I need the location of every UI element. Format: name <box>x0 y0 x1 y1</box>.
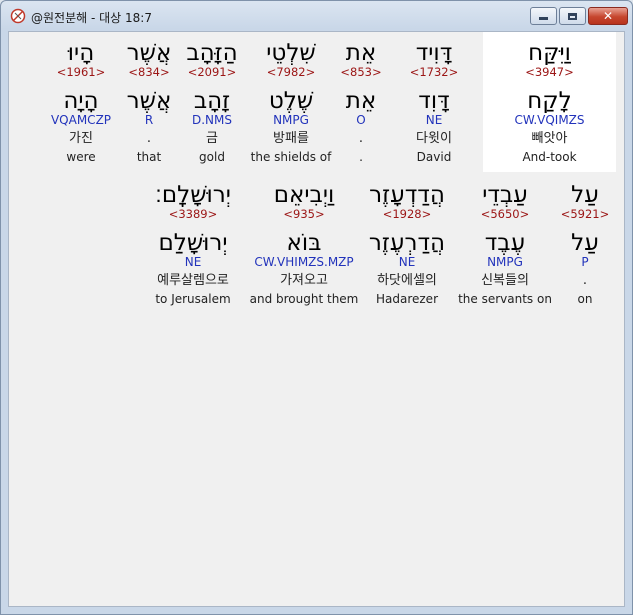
word-column[interactable]: יְרוּשָׁלָֽם׃ <3389> יְרוּשָׁלַ͏ִם NE 예루… <box>143 174 243 314</box>
hebrew-surface-word: אֵת <box>345 40 377 66</box>
hebrew-lemma: הָיָה <box>63 88 99 114</box>
hebrew-lemma: הֲדַרְעֶזֶר <box>368 230 446 256</box>
word-column[interactable]: הָיוּ <1961> הָיָה VQAMCZP 가진 were <box>45 32 117 172</box>
close-icon: ✕ <box>602 9 614 23</box>
korean-gloss: 가진 <box>69 131 93 146</box>
interlinear-panel: וַיִּקַּח <3947> לָקַח CW.VQIMZS 빼앗아 And… <box>8 31 625 607</box>
strong-number[interactable]: <935> <box>247 207 361 221</box>
morphology-code: NE <box>425 113 443 127</box>
hebrew-lemma: לָקַח <box>527 88 572 114</box>
word-column[interactable]: וַיִּקַּח <3947> לָקַח CW.VQIMZS 빼앗아 And… <box>483 32 616 172</box>
morphology-code: P <box>581 255 589 269</box>
korean-gloss: . <box>146 131 152 146</box>
hebrew-surface-word: וַיְבִיאֵם <box>273 182 335 208</box>
hebrew-lemma: זָהָב <box>193 88 231 114</box>
verse-line-1: וַיִּקַּח <3947> לָקַח CW.VQIMZS 빼앗아 And… <box>9 32 624 172</box>
english-gloss: the servants on <box>458 292 552 306</box>
korean-gloss: 빼앗아 <box>531 131 568 146</box>
morphology-code: NE <box>184 255 202 269</box>
english-gloss: the shields of <box>250 150 332 164</box>
verse-line-2: עַל <5921> עַל P . on עַבְדֵי <5650> עֶב… <box>9 174 624 314</box>
hebrew-lemma: אֵת <box>345 88 377 114</box>
english-gloss: on <box>577 292 593 306</box>
korean-gloss: 다윗이 <box>416 131 452 146</box>
english-gloss: and brought them <box>249 292 359 306</box>
korean-gloss: 하닷에셀의 <box>377 273 437 288</box>
strong-number[interactable]: <1732> <box>394 65 474 79</box>
english-gloss: Hadarezer <box>375 292 438 306</box>
maximize-button[interactable] <box>559 7 586 25</box>
morphology-code: CW.VHIMZS.MZP <box>254 255 354 269</box>
hebrew-lemma: עֶבֶד <box>484 230 526 256</box>
hebrew-surface-word: הַזָּהָב <box>186 40 238 66</box>
english-gloss: David <box>416 150 452 164</box>
strong-number[interactable]: <1961> <box>45 65 117 79</box>
app-window: @원전분해 - 대상 18:7 ✕ וַיִּקַּח <3947> לָקַח… <box>0 0 633 615</box>
app-logo-icon[interactable] <box>10 8 26 24</box>
maximize-icon <box>568 12 577 20</box>
korean-gloss: 가져오고 <box>280 273 328 288</box>
hebrew-surface-word: הָיוּ <box>67 40 95 66</box>
strong-number[interactable]: <5921> <box>552 207 618 221</box>
title-bar[interactable]: @원전분해 - 대상 18:7 ✕ <box>1 1 632 31</box>
english-gloss: . <box>359 150 363 164</box>
hebrew-lemma: בּוֹא <box>286 230 322 256</box>
hebrew-surface-word: וַיִּקַּח <box>528 40 571 66</box>
word-column[interactable]: הַזָּהָב <2091> זָהָב D.NMS 금 gold <box>182 32 242 172</box>
close-button[interactable]: ✕ <box>588 7 628 25</box>
korean-gloss: 예루살렘으로 <box>157 273 229 288</box>
korean-gloss: . <box>582 273 588 288</box>
hebrew-surface-word: אֲשֶׁר <box>126 40 172 66</box>
word-column[interactable]: אֲשֶׁר <834> אֲשֶׁר R . that <box>121 32 177 172</box>
english-gloss: And-took <box>522 150 577 164</box>
word-column[interactable]: הֲדַדְעָזֶר <1928> הֲדַרְעֶזֶר NE 하닷에셀의 … <box>361 174 453 314</box>
korean-gloss: 방패를 <box>273 131 309 146</box>
strong-number[interactable]: <834> <box>121 65 177 79</box>
korean-gloss: 신복들의 <box>481 273 529 288</box>
korean-gloss: 금 <box>206 131 218 146</box>
hebrew-lemma: שֶׁלֶט <box>268 88 314 114</box>
word-column[interactable]: דָּוִיד <1732> דָּוִד NE 다윗이 David <box>394 32 474 172</box>
hebrew-surface-word: דָּוִיד <box>415 40 453 66</box>
strong-number[interactable]: <2091> <box>182 65 242 79</box>
english-gloss: that <box>136 150 162 164</box>
morphology-code: NMPG <box>487 255 523 269</box>
morphology-code: NE <box>398 255 416 269</box>
word-column[interactable]: וַיְבִיאֵם <935> בּוֹא CW.VHIMZS.MZP 가져오… <box>247 174 361 314</box>
word-column[interactable]: עַל <5921> עַל P . on <box>552 174 618 314</box>
morphology-code: CW.VQIMZS <box>514 113 585 127</box>
word-column[interactable]: אֵת <853> אֵת O . . <box>334 32 388 172</box>
strong-number[interactable]: <5650> <box>457 207 553 221</box>
strong-number[interactable]: <3947> <box>483 65 616 79</box>
window-title: @원전분해 - 대상 18:7 <box>31 11 152 25</box>
english-gloss: were <box>66 150 96 164</box>
strong-number[interactable]: <7982> <box>241 65 341 79</box>
morphology-code: O <box>356 113 366 127</box>
morphology-code: D.NMS <box>191 113 232 127</box>
hebrew-surface-word: עַל <box>571 182 599 208</box>
hebrew-lemma: עַל <box>571 230 599 256</box>
korean-gloss: . <box>358 131 364 146</box>
hebrew-surface-word: יְרוּשָׁלָֽם׃ <box>155 182 231 208</box>
morphology-code: VQAMCZP <box>50 113 112 127</box>
hebrew-lemma: יְרוּשָׁלַ͏ִם <box>158 230 228 256</box>
english-gloss: to Jerusalem <box>155 292 231 306</box>
minimize-button[interactable] <box>530 7 557 25</box>
morphology-code: NMPG <box>273 113 309 127</box>
strong-number[interactable]: <1928> <box>361 207 453 221</box>
word-column[interactable]: עַבְדֵי <5650> עֶבֶד NMPG 신복들의 the serva… <box>457 174 553 314</box>
english-gloss: gold <box>199 150 225 164</box>
word-column[interactable]: שִׁלְטֵי <7982> שֶׁלֶט NMPG 방패를 the shie… <box>241 32 341 172</box>
hebrew-lemma: אֲשֶׁר <box>126 88 172 114</box>
minimize-icon <box>539 17 548 20</box>
hebrew-surface-word: שִׁלְטֵי <box>266 40 316 66</box>
strong-number[interactable]: <3389> <box>143 207 243 221</box>
hebrew-surface-word: הֲדַדְעָזֶר <box>369 182 445 208</box>
morphology-code: R <box>144 113 154 127</box>
strong-number[interactable]: <853> <box>334 65 388 79</box>
hebrew-lemma: דָּוִד <box>418 88 450 114</box>
hebrew-surface-word: עַבְדֵי <box>482 182 528 208</box>
